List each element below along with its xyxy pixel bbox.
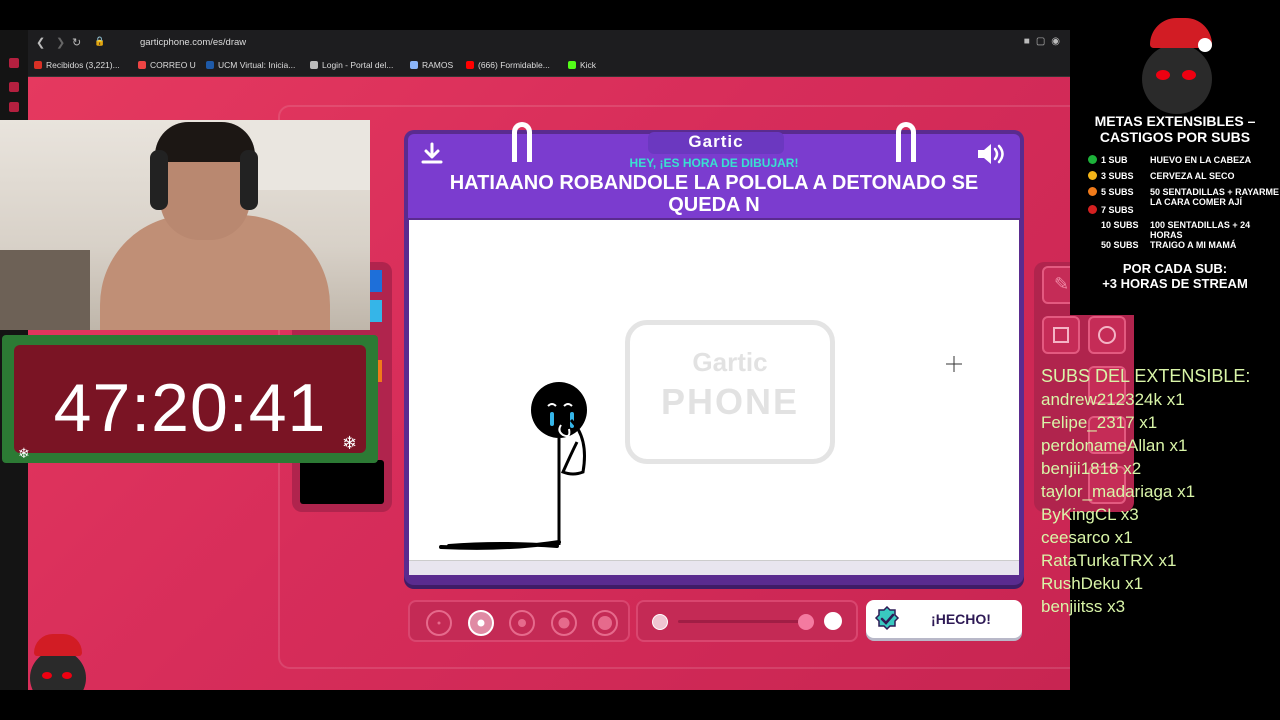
opacity-slider[interactable] (636, 600, 858, 642)
goal-item: 3 SUBS CERVEZA AL SECO (1088, 171, 1278, 181)
chair-back (0, 250, 90, 330)
color-swatch-blue[interactable] (370, 270, 382, 292)
ucm-icon (206, 61, 214, 69)
sub-entry: ByKingCL x3 (1041, 505, 1139, 524)
goal-item: 5 SUBS 50 SENTADILLAS + RAYARME LA CARA C… (1088, 187, 1279, 207)
stick-figure-drawing (439, 356, 962, 550)
goals-title-line: CASTIGOS POR SUBS (1099, 129, 1251, 145)
drawing-card: Gartic HEY, ¡ES HORA DE DIBUJAR! HATIAAN… (404, 122, 1024, 585)
canvas-footer (409, 560, 1019, 575)
sub-entry: RushDeku x1 (1041, 574, 1144, 593)
brush-size-1[interactable] (426, 610, 452, 636)
reload-icon[interactable]: ↻ (72, 36, 81, 49)
done-button[interactable]: ¡HECHO! (866, 600, 1022, 638)
goal-item: 1 SUB HUEVO EN LA CABEZA (1088, 155, 1278, 165)
rectangle-tool[interactable] (1042, 316, 1080, 354)
pencil-icon: ✎ (1054, 274, 1070, 294)
folder-icon (410, 61, 418, 69)
goal-dot (1088, 171, 1097, 180)
circle-icon (1098, 326, 1116, 344)
youtube-icon (466, 61, 474, 69)
santa-hat-icon (34, 634, 82, 656)
card-header: Gartic HEY, ¡ES HORA DE DIBUJAR! HATIAAN… (408, 122, 1020, 218)
opacity-min-icon (652, 614, 668, 630)
goals-panel: METAS EXTENSIBLES – CASTIGOS POR SUBS 1 … (1070, 0, 1280, 315)
goal-item: 10 SUBS 100 SENTADILLAS + 24 HORAS (1101, 220, 1251, 240)
brush-size-selector (408, 600, 630, 642)
extension-icons[interactable]: ■▢◉ (1024, 36, 1066, 47)
snowflake-icon: ❄ (342, 433, 358, 453)
bookmark-item[interactable]: Login - Portal del... (310, 60, 393, 70)
opacity-max-icon (824, 612, 842, 630)
goal-dot (1088, 205, 1097, 214)
sub-entry: andrew212324k x1 (1041, 390, 1185, 409)
address-bar: ❮ ❯ ↻ 🔒 garticphone.com/es/draw ■▢◉ (28, 30, 1070, 56)
goal-item: 7 SUBS (1088, 205, 1278, 215)
instruction-subtitle: HEY, ¡ES HORA DE DIBUJAR! (629, 156, 799, 170)
sidebar-app-icon[interactable] (9, 82, 19, 92)
bookmark-item[interactable]: Recibidos (3,221)... (34, 60, 120, 70)
goal-item: 50 SUBS TRAIGO A MI MAMÁ (1101, 240, 1237, 250)
gmail-icon (34, 61, 42, 69)
drawing-prompt: HATIAANO ROBANDOLE LA POLOLA A DETONADO … (449, 172, 979, 216)
sub-entry: RataTurkaTRX x1 (1041, 551, 1177, 570)
sub-entry: benjii1818 x2 (1041, 459, 1142, 478)
headset-icon (240, 150, 258, 210)
rectangle-icon (1053, 327, 1069, 343)
webcam-feed (0, 120, 370, 330)
bookmark-item[interactable]: Kick (568, 60, 596, 70)
forward-icon[interactable]: ❯ (56, 36, 65, 49)
sidebar-app-icon[interactable] (9, 58, 19, 68)
mail-icon (138, 61, 146, 69)
subs-title: SUBS DEL EXTENSIBLE: (1041, 366, 1251, 386)
bookmark-item[interactable]: (666) Formidable... (466, 60, 550, 70)
back-icon[interactable]: ❮ (36, 36, 45, 49)
goals-title-line: METAS EXTENSIBLES – (1094, 113, 1256, 129)
goals-footer: POR CADA SUB: +3 HORAS DE STREAM (1070, 261, 1280, 291)
brush-size-5[interactable] (592, 610, 618, 636)
lock-icon: 🔒 (94, 36, 106, 46)
brush-size-3[interactable] (509, 610, 535, 636)
color-swatch-black[interactable] (300, 460, 384, 504)
sub-entry: taylor_madariaga x1 (1041, 482, 1196, 501)
sub-entry: Felipe_2317 x1 (1041, 413, 1158, 432)
title-bar (0, 0, 1070, 30)
stream-timer: 47:20:41 (53, 370, 327, 446)
ellipse-tool[interactable] (1088, 316, 1126, 354)
goals-footer-line: +3 HORAS DE STREAM (1102, 276, 1248, 291)
sub-entry: benjiitss x3 (1041, 597, 1126, 616)
goals-footer-line: POR CADA SUB: (1122, 261, 1228, 276)
bookmark-item[interactable]: CORREO U (138, 60, 196, 70)
sub-entry: ceesarco x1 (1041, 528, 1133, 547)
check-icon (874, 606, 900, 631)
sidebar-app-icon[interactable] (9, 102, 19, 112)
sub-entry: perdonameAllan x1 (1041, 436, 1188, 455)
snowflake-icon: ❄ (18, 445, 30, 461)
headset-icon (150, 150, 168, 210)
brush-size-4[interactable] (551, 610, 577, 636)
page-icon (310, 61, 318, 69)
done-label: ¡HECHO! (931, 611, 991, 627)
wall-background (250, 120, 370, 190)
kick-icon (568, 61, 576, 69)
goal-dot (1088, 187, 1097, 196)
drawing-canvas[interactable]: Gartic PHONE (409, 220, 1019, 560)
brush-size-2[interactable] (468, 610, 494, 636)
url-field[interactable]: garticphone.com/es/draw (140, 37, 246, 48)
slider-handle[interactable] (798, 614, 814, 630)
gartic-logo: Gartic (648, 132, 784, 154)
slider-track[interactable] (678, 620, 808, 623)
bookmark-item[interactable]: RAMOS (410, 60, 453, 70)
goal-dot (1088, 155, 1097, 164)
bookmark-item[interactable]: UCM Virtual: Inicia... (206, 60, 295, 70)
bookmarks-bar: Recibidos (3,221)... CORREO U UCM Virtua… (28, 56, 1070, 77)
goals-title: METAS EXTENSIBLES – CASTIGOS POR SUBS (1070, 113, 1280, 145)
angry-mascot-icon (1142, 18, 1212, 114)
color-swatch-cyan[interactable] (370, 300, 382, 322)
taskbar (0, 690, 1280, 720)
timer-widget: 47:20:41 ❄ ❄ (2, 335, 378, 463)
